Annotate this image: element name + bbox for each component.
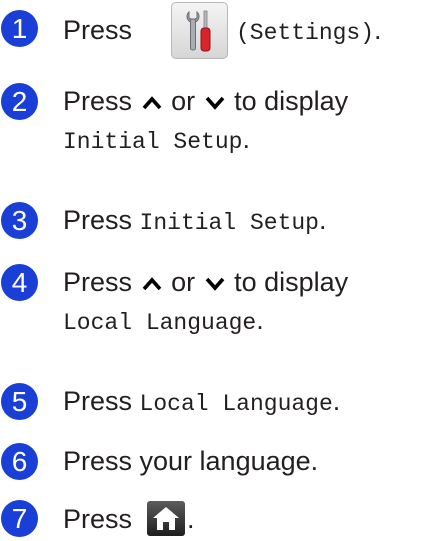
- step-7: 7 Press .: [0, 499, 433, 539]
- settings-label: (Settings): [236, 20, 375, 46]
- period: .: [242, 124, 250, 154]
- step-2-line-1: Press or to display: [63, 83, 348, 119]
- step-2: 2 Press or to display Initial Setup.: [0, 81, 433, 171]
- step-number-badge: 2: [1, 83, 38, 120]
- step-4-line-1: Press or to display: [63, 264, 348, 300]
- step-5-line: Press Local Language.: [63, 383, 340, 422]
- step-5: 5 Press Local Language.: [0, 381, 433, 421]
- step-6-line: Press your language.: [63, 446, 319, 476]
- step-6: 6 Press your language.: [0, 441, 433, 481]
- step-3-line: Press Initial Setup.: [63, 202, 327, 241]
- to-display-text: to display: [234, 267, 349, 297]
- press-text: Press: [63, 267, 133, 297]
- home-button[interactable]: [147, 501, 185, 536]
- step-1: 1 Press (Settings).: [0, 2, 433, 60]
- step-1-line: Press: [63, 12, 132, 48]
- step-7-suffix: .: [187, 501, 195, 537]
- target-label: Local Language: [63, 310, 257, 336]
- step-number-badge: 3: [1, 202, 38, 239]
- press-text: Press: [63, 205, 133, 235]
- period: .: [256, 305, 264, 335]
- target-label: Initial Setup: [139, 210, 319, 236]
- step-number-badge: 6: [1, 443, 38, 480]
- period: .: [318, 205, 327, 235]
- step-7-line: Press: [63, 501, 132, 537]
- step-4-line-2: Local Language.: [63, 302, 264, 341]
- chevron-down-icon: [205, 277, 224, 291]
- step-2-line-2: Initial Setup.: [63, 121, 250, 160]
- chevron-up-icon: [142, 277, 161, 291]
- settings-icon[interactable]: [171, 2, 228, 59]
- home-icon: [153, 507, 179, 530]
- step-number-badge: 4: [1, 264, 38, 301]
- or-text: or: [171, 267, 196, 297]
- target-label: Initial Setup: [63, 129, 243, 155]
- step-number-badge: 5: [1, 383, 38, 420]
- target-label: Local Language: [139, 391, 333, 417]
- step-3: 3 Press Initial Setup.: [0, 200, 433, 240]
- press-text: Press: [63, 86, 133, 116]
- period: .: [332, 386, 341, 416]
- press-text: Press: [63, 386, 133, 416]
- step-number-badge: 7: [1, 500, 38, 537]
- period: .: [374, 15, 382, 45]
- step-4: 4 Press or to display Local Language.: [0, 262, 433, 352]
- chevron-up-icon: [142, 96, 161, 110]
- to-display-text: to display: [234, 86, 349, 116]
- settings-wrench-screwdriver-icon: [186, 10, 211, 52]
- press-text: Press: [63, 504, 133, 534]
- step-number-badge: 1: [1, 10, 38, 47]
- or-text: or: [171, 86, 196, 116]
- chevron-down-icon: [205, 96, 224, 110]
- step-1-suffix: (Settings).: [236, 12, 382, 51]
- period: .: [187, 504, 195, 534]
- press-text: Press: [63, 15, 133, 45]
